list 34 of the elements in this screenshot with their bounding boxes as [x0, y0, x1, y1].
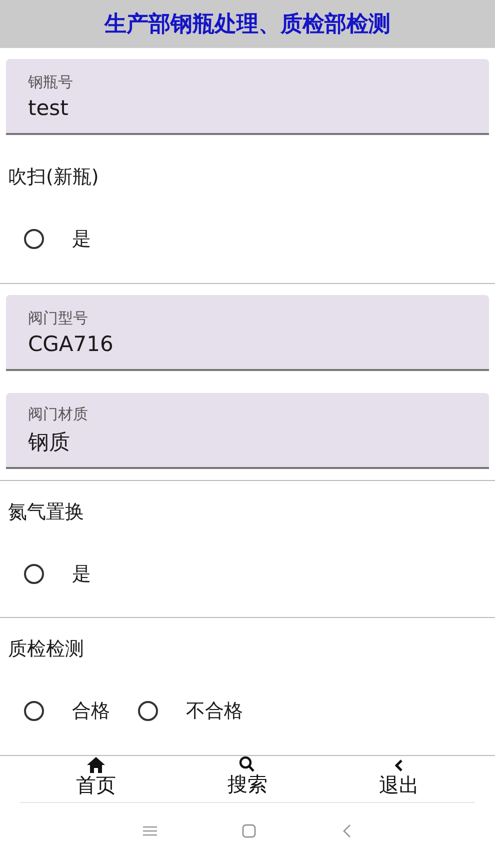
- square-icon[interactable]: [242, 824, 256, 838]
- group-label: 吹扫(新瓶): [8, 165, 100, 190]
- field-value: test: [28, 96, 70, 120]
- field-label: 阀门型号: [28, 308, 89, 328]
- field-label: 阀门材质: [28, 404, 89, 424]
- field-value: 钢质: [28, 428, 71, 456]
- search-icon: [239, 756, 256, 774]
- radio-option[interactable]: 是: [24, 226, 91, 252]
- field-value: CGA716: [28, 332, 114, 356]
- radio-option[interactable]: 不合格: [138, 698, 243, 724]
- radio-label: 不合格: [186, 699, 243, 724]
- radio-button[interactable]: [138, 701, 158, 722]
- radio-option[interactable]: 是: [24, 561, 91, 588]
- input-field[interactable]: 阀门材质 钢质: [6, 393, 489, 470]
- nav-button[interactable]: 搜索: [227, 756, 268, 802]
- group-label: 氮气置换: [8, 500, 85, 526]
- home-icon: [86, 756, 106, 774]
- nav-button[interactable]: 退出: [379, 756, 420, 802]
- input-field[interactable]: 钢瓶号 test: [6, 59, 489, 136]
- chevron-left-icon[interactable]: [342, 824, 352, 838]
- radio-label: 是: [72, 562, 91, 588]
- page-title: 生产部钢瓶处理、质检部检测: [104, 11, 390, 40]
- field-label: 钢瓶号: [28, 72, 74, 92]
- radio-option[interactable]: 合格: [24, 698, 110, 724]
- nav-button[interactable]: 首页: [76, 756, 116, 802]
- radio-button[interactable]: [24, 701, 44, 722]
- radio-button[interactable]: [24, 229, 44, 250]
- chevron-left-icon: [395, 759, 404, 772]
- radio-button[interactable]: [24, 564, 44, 584]
- menu-icon[interactable]: [142, 825, 157, 838]
- input-field[interactable]: 阀门型号 CGA716: [6, 295, 489, 372]
- radio-label: 是: [72, 227, 91, 252]
- radio-label: 合格: [72, 699, 110, 724]
- group-label: 质检检测: [8, 637, 85, 662]
